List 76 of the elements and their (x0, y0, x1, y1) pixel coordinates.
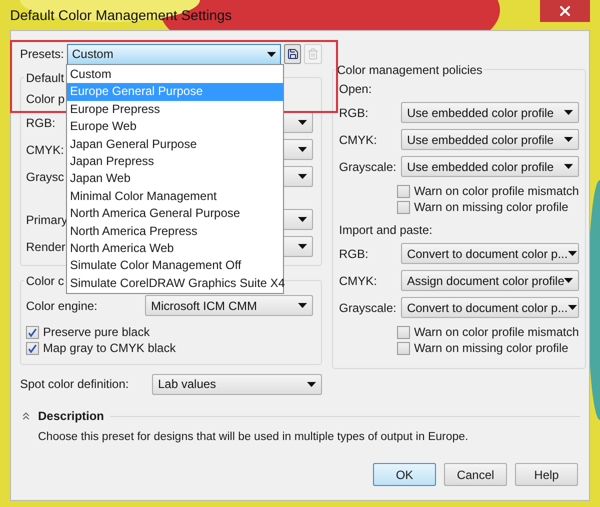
caret-icon (298, 244, 307, 249)
menu-item[interactable]: Europe Web (67, 118, 283, 136)
field-label: Spot color definition: (20, 376, 129, 393)
field-label: Graysc (26, 168, 64, 186)
menu-item[interactable]: Simulate Color Management Off (67, 257, 283, 275)
field-label: RGB: (26, 114, 56, 132)
dropdown[interactable]: Assign document color profile (400, 270, 579, 291)
checkbox[interactable] (397, 326, 410, 338)
caret-icon (568, 251, 577, 256)
menu-item[interactable]: North America Prepress (67, 222, 283, 240)
field-label: CMYK: (339, 272, 378, 290)
caret-icon (266, 52, 276, 56)
checkbox-label: Preserve pure black (43, 324, 150, 341)
menu-item[interactable]: North America Web (67, 240, 283, 258)
dialog-button[interactable]: OK (373, 463, 436, 486)
save-icon (286, 48, 298, 60)
dialog-button[interactable]: Help (515, 463, 578, 486)
dropdown[interactable]: Use embedded color profile (400, 129, 579, 150)
menu-item[interactable]: Minimal Color Management (67, 188, 283, 206)
caret-icon (298, 303, 307, 308)
menu-item[interactable]: Japan Web (67, 170, 283, 188)
menu-item[interactable]: Japan Prepress (67, 152, 283, 170)
checkbox-label: Map gray to CMYK black (43, 340, 176, 357)
caret-icon (298, 217, 307, 222)
checkbox-label: Warn on color profile mismatch (414, 324, 579, 341)
caret-icon (298, 147, 307, 152)
menu-item[interactable]: Japan General Purpose (67, 136, 283, 153)
section-label: Color p (26, 91, 65, 106)
checkbox[interactable] (26, 342, 39, 354)
spot-color-dropdown[interactable]: Lab values (152, 374, 322, 394)
color-engine-dropdown[interactable]: Microsoft ICM CMM (145, 295, 313, 316)
presets-label: Presets: (20, 46, 64, 63)
checkbox-label: Warn on color profile mismatch (414, 183, 579, 200)
section-label: Open: (339, 81, 373, 98)
caret-icon (564, 164, 573, 169)
checkbox[interactable] (397, 184, 410, 198)
close-button[interactable] (540, 0, 590, 22)
field-label: Color engine: (26, 298, 98, 314)
field-label: CMYK: (339, 132, 378, 148)
caret-icon (298, 120, 307, 125)
field-label: Grayscale: (339, 300, 396, 316)
field-label: Primary (26, 212, 68, 228)
dropdown[interactable]: Convert to document color p... (400, 297, 579, 318)
dropdown[interactable]: Convert to document color p... (400, 243, 579, 264)
menu-item[interactable]: North America General Purpose (67, 205, 283, 223)
checkbox-label: Warn on missing color profile (414, 199, 568, 216)
caret-icon (564, 137, 573, 142)
trash-icon (307, 48, 320, 60)
section-label: Import and paste: (339, 222, 434, 239)
caret-icon (568, 305, 577, 310)
close-icon (557, 3, 573, 19)
description-text: Choose this preset for designs that will be used in multiple types of output in Europe. (38, 430, 470, 445)
caret-icon (298, 174, 307, 179)
checkbox-label: Warn on missing color profile (414, 340, 568, 357)
dialog-button[interactable]: Cancel (444, 463, 507, 486)
section-title: Description (38, 408, 104, 425)
collapse-icon[interactable] (20, 410, 32, 422)
checkbox[interactable] (397, 342, 410, 354)
presets-dropdown[interactable]: Custom (67, 44, 281, 64)
field-label: RGB: (339, 246, 368, 262)
field-label: CMYK: (26, 142, 64, 158)
dropdown[interactable]: Use embedded color profile (400, 156, 579, 177)
checkbox[interactable] (26, 326, 39, 338)
field-label: Grayscale: (339, 158, 396, 176)
field-label: Render (26, 238, 66, 256)
checkbox[interactable] (397, 200, 410, 214)
caret-icon (564, 278, 574, 283)
menu-item[interactable]: Custom (67, 66, 283, 84)
menu-item[interactable]: Simulate CorelDRAW Graphics Suite X4 (67, 274, 283, 292)
caret-icon (564, 110, 573, 115)
save-button[interactable] (284, 44, 302, 64)
window-title: Default Color Management Settings (10, 6, 232, 25)
dropdown[interactable]: Use embedded color profile (400, 102, 579, 123)
field-label: RGB: (339, 104, 368, 122)
menu-item[interactable]: Europe Prepress (67, 100, 283, 118)
caret-icon (307, 382, 316, 386)
